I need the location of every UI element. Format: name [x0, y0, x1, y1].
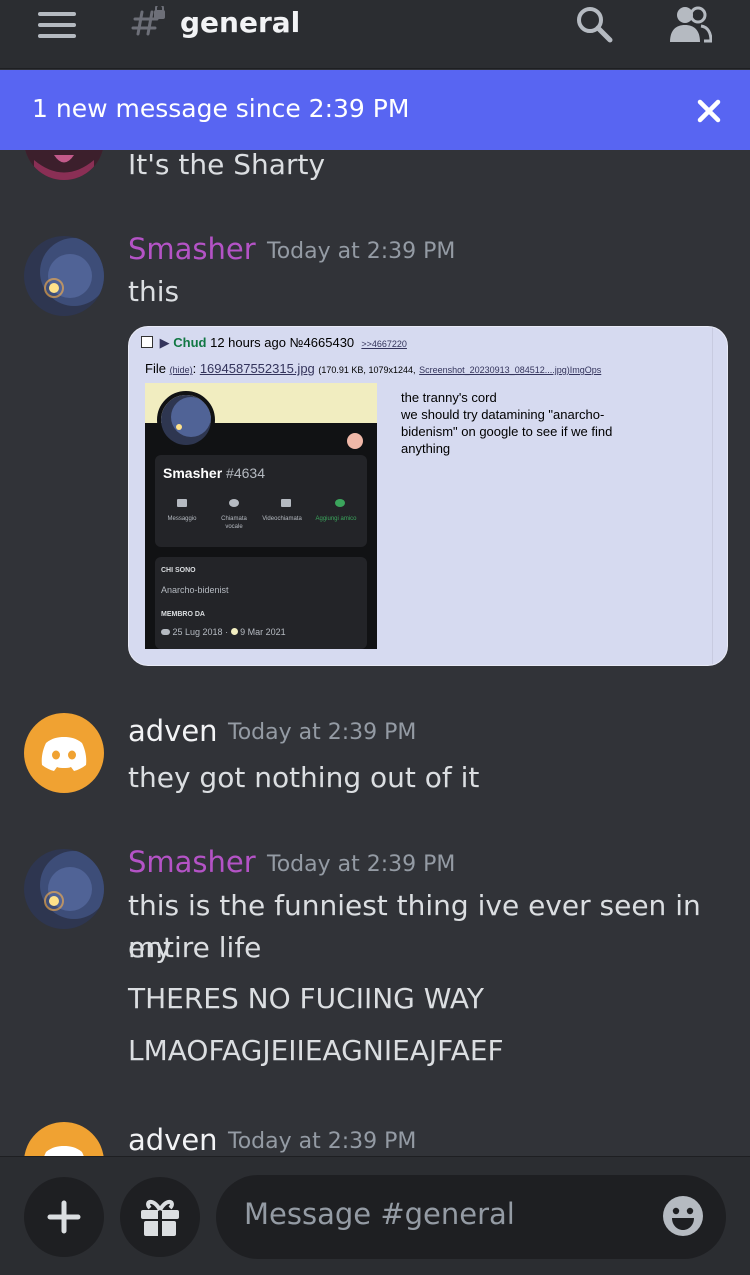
message-composer: Message #general [0, 1156, 750, 1275]
gift-button[interactable] [120, 1177, 200, 1257]
about-heading: CHI SONO [161, 567, 196, 574]
about-text: Anarcho-bidenist [161, 585, 229, 595]
avatar[interactable] [24, 713, 104, 793]
image-attachment[interactable]: ▶ Chud 12 hours ago №4665430 >>4667220 F… [128, 326, 728, 666]
message-timestamp: Today at 2:39 PM [267, 852, 456, 877]
post-thumbnail: Smasher #4634 Messaggio Chiamata vocale … [145, 383, 377, 649]
new-messages-text: 1 new message since 2:39 PM [32, 94, 410, 123]
message-icon [177, 499, 187, 507]
message-text: they got nothing out of it [128, 761, 480, 794]
close-icon[interactable] [694, 96, 724, 126]
profile-card: Smasher #4634 Messaggio Chiamata vocale … [155, 455, 367, 547]
file-info: (170.91 KB, 1079x1244, [318, 365, 416, 375]
search-icon[interactable] [574, 4, 614, 44]
message-text: LMAOFAGJEIIEAGNIEAJFAEF [128, 1034, 504, 1067]
file-name-link: 1694587552315.jpg [199, 361, 315, 376]
profile-action: Videochiamata [262, 516, 302, 522]
avatar[interactable] [24, 236, 104, 316]
message-text: THERES NO FUCIING WAY [128, 982, 485, 1015]
message-text: entire life [128, 931, 262, 964]
plus-icon [47, 1200, 81, 1234]
message-input-placeholder: Message #general [244, 1197, 515, 1231]
profile-action: Messaggio [167, 516, 197, 522]
message-text: It's the Sharty [128, 150, 326, 181]
discord-icon [161, 629, 170, 635]
channel-name: general [180, 6, 301, 39]
message-timestamp: Today at 2:39 PM [228, 1129, 417, 1154]
channel-header: general [0, 0, 750, 69]
post-header: ▶ Chud 12 hours ago №4665430 >>4667220 [141, 335, 407, 351]
post-body: the tranny's cord we should try datamini… [401, 389, 651, 457]
member-since-heading: MEMBRO DA [161, 611, 205, 618]
profile-action: Aggiungi amico [315, 516, 357, 522]
reply-link: >>4667220 [361, 339, 407, 349]
file-source-link: Screenshot_20230913_084512....jpg [419, 365, 567, 375]
message-text: this [128, 275, 180, 308]
message-author[interactable]: adven [128, 714, 218, 748]
message-author[interactable]: Smasher [128, 845, 256, 879]
imgops-link: )ImgOps [566, 365, 602, 375]
new-messages-banner[interactable]: 1 new message since 2:39 PM [0, 70, 750, 150]
post-line: we should try datamining "anarcho-bideni… [401, 407, 613, 456]
emoji-icon[interactable] [662, 1195, 704, 1237]
message-list[interactable]: It's the Sharty Smasher Today at 2:39 PM… [0, 150, 750, 1156]
avatar[interactable] [24, 849, 104, 929]
message-input[interactable]: Message #general [216, 1175, 726, 1259]
locked-channel-hash-icon [131, 6, 165, 36]
file-info-line: File (hide): 1694587552315.jpg (170.91 K… [145, 361, 602, 376]
file-label: File [145, 361, 166, 376]
hide-link: (hide) [169, 365, 193, 375]
poster-name: Chud [173, 335, 207, 350]
menu-icon[interactable] [38, 12, 76, 38]
message-author[interactable]: Smasher [128, 232, 256, 266]
discord-logo-icon [41, 737, 87, 771]
checkbox [141, 336, 153, 348]
add-attachment-button[interactable] [24, 1177, 104, 1257]
profile-username: Smasher #4634 [163, 465, 265, 481]
post-meta: 12 hours ago №4665430 [210, 335, 355, 350]
phone-icon [229, 499, 239, 507]
discord-logo-icon [44, 1146, 84, 1156]
avatar[interactable] [24, 1122, 104, 1156]
post-line: the tranny's cord [401, 390, 497, 405]
message-author[interactable]: adven [128, 1123, 218, 1156]
gift-icon [141, 1199, 179, 1236]
profile-action: Chiamata vocale [221, 516, 247, 530]
video-icon [281, 499, 291, 507]
embed-divider [712, 327, 713, 665]
profile-about-card: CHI SONO Anarcho-bidenist MEMBRO DA 25 L… [155, 557, 367, 649]
member-since-dates: 25 Lug 2018 · 9 Mar 2021 [161, 627, 286, 637]
add-friend-icon [335, 499, 345, 507]
server-icon [230, 628, 238, 635]
message-timestamp: Today at 2:39 PM [228, 720, 417, 745]
heart-icon [347, 433, 363, 449]
message-timestamp: Today at 2:39 PM [267, 239, 456, 264]
profile-avatar [157, 391, 215, 449]
avatar[interactable] [24, 150, 104, 180]
members-icon[interactable] [668, 4, 712, 44]
